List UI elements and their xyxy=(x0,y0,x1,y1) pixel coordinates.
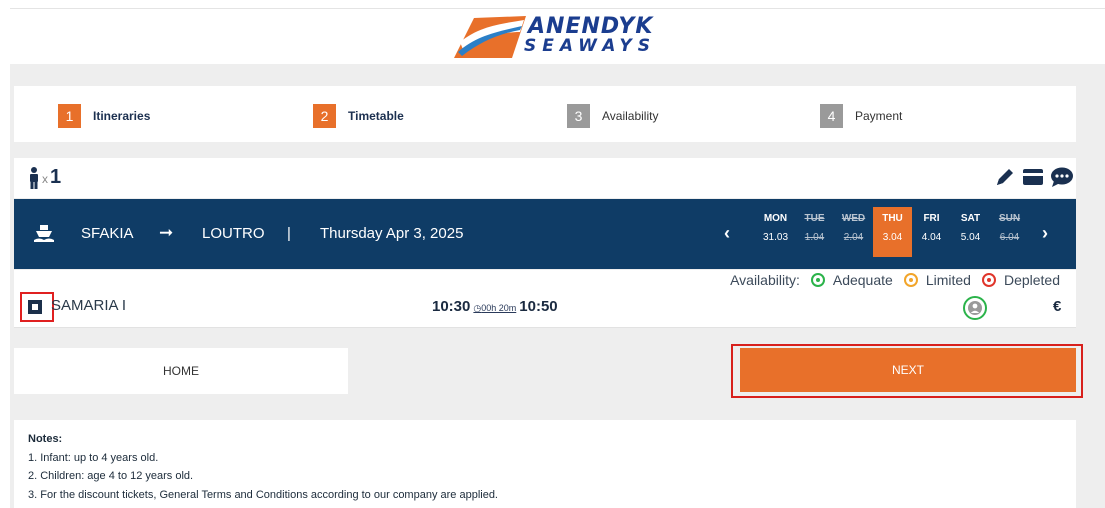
trip-times: 10:30 ◷00h 20m 10:50 xyxy=(432,298,558,315)
step-payment: 4 Payment xyxy=(820,104,902,128)
step-number: 1 xyxy=(58,104,81,128)
edit-pen-icon[interactable] xyxy=(994,166,1016,188)
logo-sail-icon xyxy=(454,16,526,58)
progress-steps: 1 Itineraries 2 Timetable 3 Availability… xyxy=(14,86,1076,142)
step-number: 4 xyxy=(820,104,843,128)
trip-select-checkbox[interactable] xyxy=(20,292,54,322)
day-date: 5.04 xyxy=(960,232,981,243)
legend-label: Depleted xyxy=(1003,272,1060,288)
trip-results: Availability: Adequate Limited Depleted … xyxy=(14,270,1076,328)
day-thu[interactable]: THU 3.04 xyxy=(873,207,912,257)
card-icon[interactable] xyxy=(1022,166,1044,188)
day-name: SAT xyxy=(960,213,981,224)
adequate-dot-icon xyxy=(810,273,825,287)
passenger-summary[interactable]: x 1 xyxy=(28,166,61,189)
note-line: 1. Infant: up to 4 years old. xyxy=(28,451,159,464)
previous-week-button[interactable]: ‹ xyxy=(724,223,730,244)
route-bar: SFAKIA ➞ LOUTRO | Thursday Apr 3, 2025 ‹… xyxy=(14,199,1076,269)
day-name: SUN xyxy=(998,213,1021,224)
checkbox-icon xyxy=(28,300,42,314)
notes-panel: Notes: 1. Infant: up to 4 years old. 2. … xyxy=(14,420,1076,508)
step-label: Availability xyxy=(602,109,659,123)
route-destination: LOUTRO xyxy=(202,225,265,242)
step-itineraries[interactable]: 1 Itineraries xyxy=(58,104,150,128)
chat-icon[interactable] xyxy=(1050,166,1074,188)
notes-title: Notes: xyxy=(28,433,63,445)
day-date: 3.04 xyxy=(882,232,903,243)
trip-price: € xyxy=(1053,298,1062,315)
step-label: Timetable xyxy=(348,109,404,123)
step-availability: 3 Availability xyxy=(567,104,658,128)
day-tue: TUE 1.04 xyxy=(795,207,834,257)
duration-value: 00h 20m xyxy=(481,303,517,313)
day-sat[interactable]: SAT 5.04 xyxy=(951,207,990,257)
route-separator: | xyxy=(287,225,291,242)
limited-dot-icon xyxy=(903,273,918,287)
day-date: 1.04 xyxy=(804,232,825,243)
day-name: THU xyxy=(882,213,903,224)
step-label: Payment xyxy=(855,109,903,123)
day-wed: WED 2.04 xyxy=(834,207,873,257)
brand-logo[interactable]: ANENDYK SEAWAYS xyxy=(450,12,665,60)
ferry-icon xyxy=(34,225,54,242)
route-date: Thursday Apr 3, 2025 xyxy=(320,225,464,242)
day-fri[interactable]: FRI 4.04 xyxy=(912,207,951,257)
legend-limited: Limited xyxy=(903,272,971,288)
note-line: 3. For the discount tickets, General Ter… xyxy=(28,488,498,501)
note-line: 2. Children: age 4 to 12 years old. xyxy=(28,470,194,482)
route-origin: SFAKIA xyxy=(81,225,134,242)
toolbar-icons xyxy=(994,166,1074,188)
day-name: FRI xyxy=(923,213,940,224)
legend-adequate: Adequate xyxy=(810,272,893,288)
brand-name-line2: SEAWAYS xyxy=(524,36,656,56)
departure-time: 10:30 xyxy=(432,298,471,315)
arrival-time: 10:50 xyxy=(519,298,558,315)
person-icon xyxy=(30,167,38,189)
day-date: 2.04 xyxy=(843,232,864,243)
availability-status-icon xyxy=(963,296,987,320)
passenger-toolbar: x 1 xyxy=(14,158,1076,198)
day-mon[interactable]: MON 31.03 xyxy=(756,207,795,257)
route-arrow-icon: ➞ xyxy=(159,223,174,242)
date-selector: MON 31.03 TUE 1.04 WED 2.04 THU 3.04 FRI… xyxy=(756,207,1029,257)
availability-label: Availability: xyxy=(730,272,800,288)
next-button[interactable]: NEXT xyxy=(740,348,1076,392)
day-sun: SUN 6.04 xyxy=(990,207,1029,257)
day-name: MON xyxy=(763,213,788,224)
user-icon xyxy=(968,301,982,315)
trip-duration: ◷00h 20m xyxy=(473,303,516,314)
step-label: Itineraries xyxy=(93,109,151,123)
top-divider xyxy=(10,8,1105,9)
passenger-count: 1 xyxy=(50,166,62,188)
day-date: 4.04 xyxy=(921,232,942,243)
legend-label: Adequate xyxy=(832,272,893,288)
passenger-multiplier: x xyxy=(42,172,48,186)
day-date: 31.03 xyxy=(762,232,789,243)
vessel-name: SAMARIA I xyxy=(51,297,127,314)
availability-legend: Availability: Adequate Limited Depleted xyxy=(730,272,1060,288)
next-week-button[interactable]: › xyxy=(1042,223,1048,244)
legend-depleted: Depleted xyxy=(981,272,1060,288)
day-name: TUE xyxy=(804,213,825,224)
day-name: WED xyxy=(841,213,866,224)
home-button[interactable]: HOME xyxy=(14,348,348,394)
step-number: 3 xyxy=(567,104,590,128)
step-number: 2 xyxy=(313,104,336,128)
depleted-dot-icon xyxy=(981,273,996,287)
step-timetable[interactable]: 2 Timetable xyxy=(313,104,404,128)
day-date: 6.04 xyxy=(999,232,1020,243)
legend-label: Limited xyxy=(925,272,971,288)
